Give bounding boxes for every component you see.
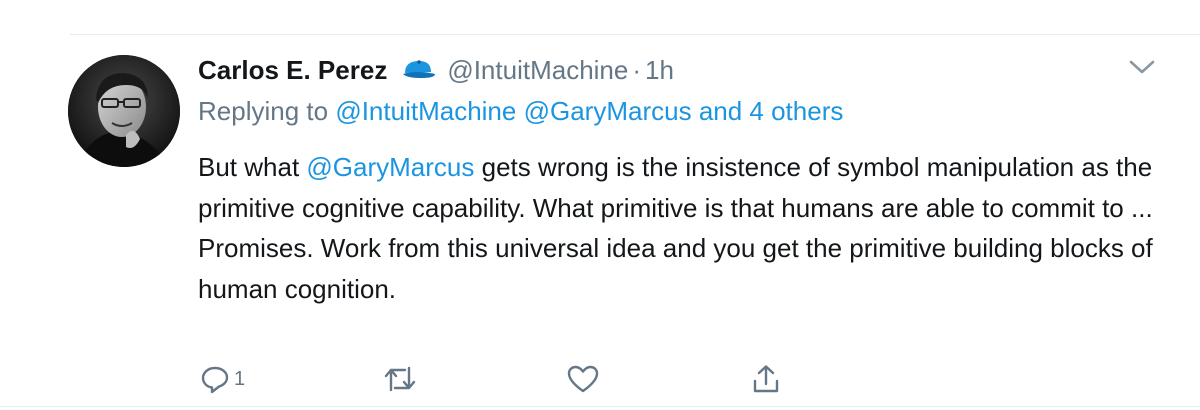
- reply-others-link[interactable]: and 4 others: [699, 96, 844, 126]
- reply-icon: [201, 366, 229, 394]
- avatar[interactable]: [68, 55, 180, 167]
- tweet-text-part: But what: [198, 152, 307, 182]
- retweet-icon: [384, 366, 416, 392]
- replying-prefix: Replying to: [198, 96, 336, 126]
- share-icon[interactable]: [751, 0, 781, 6]
- chevron-down-icon[interactable]: [1128, 56, 1156, 78]
- tweet-text: But what @GaryMarcus gets wrong is the i…: [198, 147, 1158, 309]
- tweet-mention-link[interactable]: @GaryMarcus: [306, 152, 474, 182]
- like-button[interactable]: [567, 364, 603, 394]
- share-icon: [753, 365, 779, 393]
- tweet-actions: 1: [0, 364, 1200, 398]
- reply-button[interactable]: 1: [200, 364, 245, 394]
- reply-count: 1: [234, 367, 246, 390]
- heart-icon: [567, 365, 599, 393]
- retweet-button[interactable]: [383, 364, 421, 394]
- share-button[interactable]: [751, 364, 781, 394]
- tweet-bottom-divider: [0, 406, 1200, 407]
- tweet-divider: [70, 34, 1200, 35]
- heart-icon[interactable]: [567, 0, 597, 6]
- reply-mention-link[interactable]: @IntuitMachine: [335, 96, 516, 126]
- blue-cap-icon: [403, 60, 436, 78]
- previous-tweet-actions: [0, 0, 1200, 6]
- author-name[interactable]: Carlos E. Perez: [198, 55, 387, 86]
- reply-icon[interactable]: [200, 0, 230, 6]
- avatar-photo: [68, 55, 180, 167]
- timestamp[interactable]: 1h: [645, 55, 674, 86]
- author-handle[interactable]: @IntuitMachine: [447, 55, 628, 86]
- replying-to-line: Replying to @IntuitMachine @GaryMarcus a…: [198, 96, 843, 127]
- tweet-header: Carlos E. Perez @IntuitMachine · 1h: [198, 50, 674, 90]
- reply-mention-link[interactable]: @GaryMarcus: [524, 96, 692, 126]
- separator-dot: ·: [632, 54, 642, 85]
- retweet-icon[interactable]: [383, 0, 417, 6]
